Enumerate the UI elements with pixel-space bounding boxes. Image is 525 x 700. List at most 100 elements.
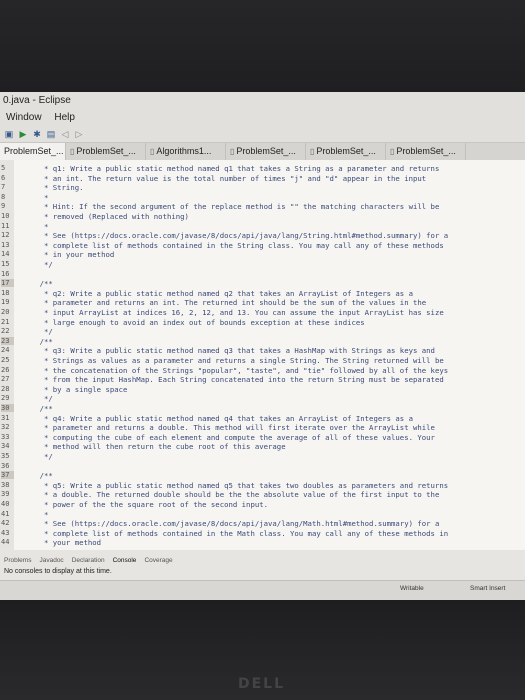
line-number: 38	[1, 480, 10, 489]
code-line: */	[22, 394, 53, 404]
toolbar: ▣ ▶ ✱ ▤ ◁ ▷	[0, 126, 525, 143]
menu-window[interactable]: Window	[6, 112, 42, 123]
line-number: 37	[1, 471, 14, 480]
code-line: * from the input HashMap. Each String co…	[22, 375, 444, 385]
monitor-logo: DELL	[238, 676, 286, 692]
code-line: * method will then return the cube root …	[22, 442, 286, 452]
code-line: */	[22, 260, 53, 269]
code-line: /**	[22, 279, 53, 289]
line-number: 30	[1, 404, 14, 412]
debug-icon[interactable]: ✱	[32, 129, 42, 140]
code-line: * your method	[22, 538, 102, 548]
line-number: 15	[1, 260, 10, 268]
code-line: /**	[22, 404, 53, 413]
code-line: * a double. The returned double should b…	[22, 490, 440, 500]
java-file-icon: ▯	[390, 147, 395, 156]
line-number: 21	[1, 317, 10, 326]
line-number: 40	[1, 500, 10, 508]
code-line: * q2: Write a public static method named…	[22, 288, 413, 298]
code-line: *	[22, 221, 49, 231]
tab-problems[interactable]: Problems	[4, 557, 31, 564]
line-number: 20	[1, 308, 10, 316]
code-line: /**	[22, 336, 53, 346]
window-title: 0.java - Eclipse	[0, 92, 525, 110]
line-number: 41	[1, 509, 10, 518]
line-number: 10	[1, 212, 10, 220]
java-file-icon: ▯	[230, 147, 235, 156]
code-line: * q1: Write a public static method named…	[22, 164, 440, 173]
line-number: 24	[1, 346, 10, 355]
code-line: * parameter and returns a double. This m…	[22, 423, 435, 433]
status-insert-mode: Smart Insert	[470, 585, 506, 592]
editor-tabs: ProblemSet_... ▯ ProblemSet_... ▯ Algorith…	[0, 143, 525, 161]
line-number: 18	[1, 288, 10, 297]
line-number: 6	[1, 173, 6, 182]
java-file-icon: ▯	[310, 147, 315, 156]
code-line: * an int. The return value is the total …	[22, 173, 427, 183]
code-line: * power of the the square root of the se…	[22, 500, 269, 509]
code-line: */	[22, 452, 53, 461]
tab-coverage[interactable]: Coverage	[144, 557, 172, 564]
line-number: 8	[1, 192, 6, 201]
menu-help[interactable]: Help	[54, 112, 75, 123]
monitor-bezel-top	[0, 0, 525, 92]
line-number: 11	[1, 221, 10, 230]
tab-console[interactable]: Console	[113, 557, 137, 564]
code-line: */	[22, 327, 53, 337]
code-line: * by a single space	[22, 384, 128, 394]
code-editor[interactable]: 5 * q1: Write a public static method nam…	[0, 160, 525, 550]
line-number: 14	[1, 250, 10, 259]
java-file-icon: ▯	[150, 147, 155, 156]
line-number: 22	[1, 327, 10, 336]
line-number: 35	[1, 452, 10, 460]
tab-javadoc[interactable]: Javadoc	[39, 557, 63, 564]
tab-problemset-3[interactable]: ▯ ProblemSet_...	[226, 143, 306, 160]
code-line: /**	[22, 471, 53, 481]
back-icon[interactable]: ◁	[60, 129, 70, 140]
line-number: 16	[1, 269, 10, 278]
run-icon[interactable]: ▶	[18, 129, 28, 140]
console-message: No consoles to display at this time.	[4, 568, 112, 575]
code-line: * input ArrayList at indices 16, 2, 12, …	[22, 308, 444, 317]
forward-icon[interactable]: ▷	[74, 129, 84, 140]
console-tabs: Problems Javadoc Declaration Console Cov…	[0, 554, 525, 566]
line-number: 19	[1, 298, 10, 307]
status-bar: Writable Smart Insert	[0, 580, 525, 600]
tab-problemset-5[interactable]: ▯ ProblemSet_...	[386, 143, 466, 160]
line-number: 13	[1, 240, 10, 249]
code-line: *	[22, 192, 49, 202]
new-icon[interactable]: ▣	[4, 129, 14, 140]
line-number: 26	[1, 365, 10, 374]
line-number: 17	[1, 279, 14, 288]
code-line: * Hint: If the second argument of the re…	[22, 202, 440, 212]
line-number: 32	[1, 423, 10, 432]
tab-algorithms[interactable]: ▯ Algorithms1...	[146, 143, 226, 160]
code-line: * q4: Write a public static method named…	[22, 413, 413, 423]
code-line: * q3: Write a public static method named…	[22, 346, 435, 356]
line-number: 9	[1, 202, 6, 211]
tab-problemset-4[interactable]: ▯ ProblemSet_...	[306, 143, 386, 160]
java-file-icon: ▯	[70, 147, 75, 156]
line-number: 42	[1, 519, 10, 528]
line-number: 25	[1, 356, 10, 364]
code-line: * in your method	[22, 250, 115, 260]
line-number: 39	[1, 490, 10, 499]
code-line: * computing the cube of each element and…	[22, 432, 435, 442]
line-number: 27	[1, 375, 10, 384]
tab-problemset-2[interactable]: ▯ ProblemSet_...	[66, 143, 146, 160]
tab-problemset-1[interactable]: ProblemSet_...	[0, 143, 66, 160]
line-number: 12	[1, 231, 10, 240]
code-line: * large enough to avoid an index out of …	[22, 317, 365, 327]
code-line: * the concatenation of the Strings "popu…	[22, 365, 449, 375]
save-icon[interactable]: ▤	[46, 129, 56, 140]
code-line: * Strings as values as a parameter and r…	[22, 356, 444, 365]
tab-declaration[interactable]: Declaration	[72, 557, 105, 564]
code-line: * q5: Write a public static method named…	[22, 480, 449, 490]
line-number: 23	[1, 336, 14, 345]
line-number: 33	[1, 432, 10, 441]
line-number: 7	[1, 183, 6, 192]
code-line: * String.	[22, 183, 84, 193]
code-line: * complete list of methods contained in …	[22, 528, 449, 538]
line-number: 5	[1, 164, 6, 172]
code-line: * removed (Replaced with nothing)	[22, 212, 189, 221]
